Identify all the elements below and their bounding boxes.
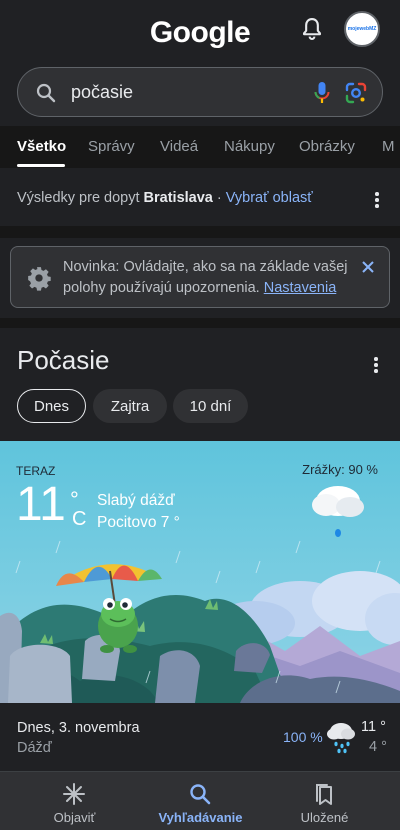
forecast-date: Dnes, 3. novembra <box>17 720 140 736</box>
nav-search[interactable]: Vyhľadávanie <box>134 772 267 830</box>
avatar-label: mojewebMZ <box>347 26 377 32</box>
forecast-condition: Dážď <box>17 740 52 756</box>
location-notice-card: Novinka: Ovládajte, ako sa na základe va… <box>10 246 390 308</box>
current-conditions: Slabý dážď Pocitovo 7 ° <box>97 490 180 534</box>
divider <box>0 318 400 328</box>
nav-saved[interactable]: Uložené <box>258 772 391 830</box>
gear-icon <box>28 267 51 291</box>
microphone-icon[interactable] <box>310 80 334 106</box>
nav-discover-label: Objaviť <box>53 810 96 825</box>
bottom-navigation: Objaviť Vyhľadávanie Uložené <box>0 771 400 830</box>
bookmarks-icon <box>316 784 332 805</box>
settings-link[interactable]: Nastavenia <box>264 280 337 296</box>
location-prefix: Výsledky pre dopyt <box>17 190 140 206</box>
search-bar[interactable]: počasie <box>17 67 383 117</box>
pill-tomorrow[interactable]: Zajtra <box>93 389 167 423</box>
pill-today[interactable]: Dnes <box>17 389 86 423</box>
asterisk-icon <box>63 783 85 805</box>
nav-saved-label: Uložené <box>300 810 349 825</box>
now-label: TERAZ <box>16 464 56 478</box>
location-text: Výsledky pre dopyt Bratislava · Vybrať o… <box>17 190 313 206</box>
location-bar: Výsledky pre dopyt Bratislava · Vybrať o… <box>0 168 400 226</box>
tab-images[interactable]: Obrázky <box>299 138 355 155</box>
daily-forecast-row[interactable]: Dnes, 3. novembra Dážď 100 % 11 ° 4 ° <box>0 703 400 771</box>
tab-news[interactable]: Správy <box>88 138 135 155</box>
search-tabs: Všetko Správy Videá Nákupy Obrázky M <box>0 126 400 168</box>
nav-search-label: Vyhľadávanie <box>158 810 243 825</box>
weather-more-icon[interactable] <box>374 357 378 375</box>
tab-more[interactable]: M <box>382 138 395 155</box>
change-location-link[interactable]: Vybrať oblasť <box>226 190 313 206</box>
notifications-bell-icon[interactable] <box>298 15 326 43</box>
location-city: Bratislava <box>143 190 213 206</box>
active-tab-indicator <box>17 164 65 167</box>
tab-shopping[interactable]: Nákupy <box>224 138 275 155</box>
close-icon[interactable] <box>361 260 375 274</box>
temperature-unit[interactable]: C <box>72 508 86 531</box>
search-icon <box>190 784 211 805</box>
notice-text: Novinka: Ovládajte, ako sa na základe va… <box>63 257 359 299</box>
search-input[interactable]: počasie <box>71 82 133 103</box>
tab-all[interactable]: Všetko <box>17 138 66 155</box>
precipitation-text: Zrážky: 90 % <box>302 462 378 477</box>
rain-chance: 100 % <box>283 729 323 745</box>
rain-cloud-icon <box>327 723 355 754</box>
high-temperature: 11 ° <box>361 719 386 735</box>
condition-text: Slabý dážď <box>97 492 175 509</box>
search-icon <box>36 83 56 103</box>
divider <box>0 226 400 238</box>
account-avatar[interactable]: mojewebMZ <box>344 11 380 47</box>
feels-like-text: Pocitovo 7 ° <box>97 514 180 531</box>
location-separator: · <box>216 190 222 206</box>
pill-10-days[interactable]: 10 dní <box>173 389 248 423</box>
current-temperature: 11 <box>16 478 66 531</box>
weather-title: Počasie <box>17 345 110 375</box>
google-lens-icon[interactable] <box>344 81 368 105</box>
location-more-icon[interactable] <box>375 192 379 210</box>
nav-discover[interactable]: Objaviť <box>8 772 141 830</box>
low-temperature: 4 ° <box>369 739 387 755</box>
tab-videos[interactable]: Videá <box>160 138 198 155</box>
app-header: Google mojewebMZ <box>0 0 400 64</box>
google-logo[interactable]: Google <box>0 16 400 50</box>
weather-illustration: TERAZ 11 ° C Slabý dážď Pocitovo 7 ° Zrá… <box>0 441 400 703</box>
